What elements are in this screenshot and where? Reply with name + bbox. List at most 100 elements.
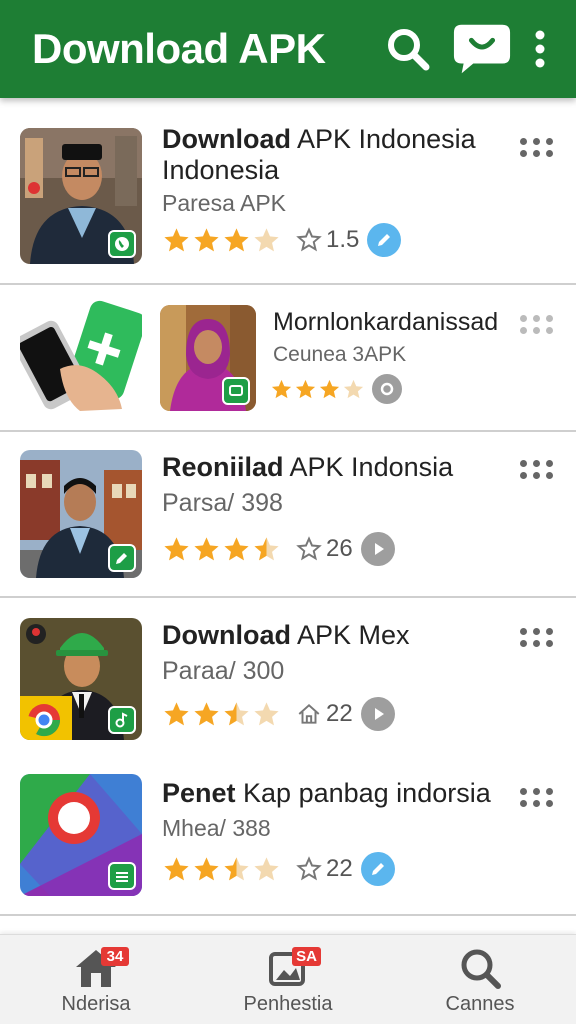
item-menu-button[interactable] — [520, 315, 554, 335]
list-item[interactable]: Download APK Indonesia Indonesia Paresa … — [0, 98, 576, 285]
search-button[interactable] — [378, 19, 438, 79]
app-thumbnail[interactable] — [20, 774, 142, 896]
app-thumbnail[interactable] — [160, 305, 256, 411]
rating-star-icon — [343, 379, 364, 398]
rating-star-icon — [271, 379, 292, 398]
nav-item-search[interactable]: Cannes — [384, 935, 576, 1024]
rating-star-icon — [194, 856, 219, 880]
rating-star-icon — [224, 701, 249, 725]
search-icon — [388, 29, 430, 71]
rating-star-icon — [224, 536, 249, 560]
rating-count: 26 — [326, 535, 353, 562]
notification-badge: SA — [292, 947, 321, 966]
rating-star-icon — [224, 856, 249, 880]
chat-button[interactable] — [452, 19, 512, 79]
app-title: Download APK — [32, 25, 326, 72]
list-item[interactable]: Reoniilad APK Indonsia Parsa/ 398 26 — [0, 432, 576, 598]
rating-count: 1.5 — [326, 226, 360, 253]
rating-stars — [162, 855, 282, 884]
rating: 22 — [162, 852, 395, 886]
rating-stars — [162, 535, 282, 564]
rating-count: 22 — [326, 855, 353, 882]
star-outline-icon — [296, 227, 322, 252]
edit-icon — [371, 863, 384, 875]
item-menu-button[interactable] — [520, 788, 554, 808]
app-title-text[interactable]: Mornlonkardanissad — [273, 307, 498, 338]
app-icon — [380, 382, 394, 396]
app-title-text[interactable]: Download APK Indonesia Indonesia — [162, 124, 476, 186]
app-subtitle: Paresa APK — [162, 190, 287, 216]
item-menu-button[interactable] — [520, 460, 554, 480]
rating-star-icon — [254, 536, 279, 560]
list-item[interactable]: Penet Kap panbag indorsia Mhea/ 388 22 — [0, 758, 576, 916]
edit-button[interactable] — [360, 852, 395, 886]
rating: 1.5 — [162, 223, 402, 257]
edit-badge-icon — [108, 544, 136, 572]
item-menu-button[interactable] — [520, 138, 554, 158]
rating-count: 22 — [326, 700, 353, 727]
app-title-text[interactable]: Penet Kap panbag indorsia — [162, 778, 491, 809]
rating-star-icon — [194, 701, 219, 725]
chrome-logo-icon — [20, 696, 72, 740]
bottom-navigation: 34 Nderisa SA Penhestia Cannes — [0, 934, 576, 1024]
app-button[interactable] — [372, 374, 402, 404]
play-icon — [374, 708, 384, 720]
search-icon — [461, 949, 501, 989]
rating-star-icon — [254, 856, 279, 880]
rating-star-icon — [194, 536, 219, 560]
app-subtitle: Parsa/ 398 — [162, 489, 283, 517]
divider — [0, 914, 576, 916]
rating-star-icon — [194, 227, 219, 251]
item-menu-button[interactable] — [520, 628, 554, 648]
edit-button[interactable] — [367, 223, 402, 257]
play-icon — [374, 543, 384, 555]
rating-stars — [162, 226, 282, 255]
rating-star-icon — [224, 227, 249, 251]
rating-star-icon — [295, 379, 316, 398]
app-thumbnail[interactable] — [20, 618, 142, 740]
app-thumbnail[interactable] — [20, 128, 142, 264]
star-outline-icon — [296, 536, 322, 561]
home-icon — [298, 704, 320, 724]
rating-star-icon — [164, 856, 189, 880]
list-badge-icon — [108, 862, 136, 890]
app-bar: Download APK — [0, 0, 576, 98]
nav-item-photos[interactable]: SA Penhestia — [192, 935, 384, 1024]
app-title-text[interactable]: Reoniilad APK Indonsia — [162, 452, 453, 483]
list-item[interactable]: Download APK Mex Paraa/ 300 22 — [0, 598, 576, 758]
notification-badge: 34 — [101, 947, 129, 966]
app-thumbnail[interactable] — [20, 450, 142, 578]
rating: 22 — [162, 697, 395, 731]
chat-icon — [453, 24, 511, 74]
star-outline-icon — [296, 856, 322, 881]
play-button[interactable] — [360, 532, 395, 566]
app-subtitle: Mhea/ 388 — [162, 815, 271, 841]
rating: 26 — [162, 532, 395, 566]
rating-star-icon — [164, 536, 189, 560]
more-options-button[interactable] — [520, 19, 560, 79]
phone-badge-icon — [108, 230, 136, 258]
edit-icon — [378, 234, 391, 246]
list-item[interactable]: Mornlonkardanissad Ceunea 3APK — [0, 285, 576, 432]
rating-star-icon — [254, 227, 279, 251]
more-vert-icon — [535, 30, 545, 68]
app-title-text[interactable]: Download APK Mex — [162, 620, 410, 651]
nav-label: Penhestia — [243, 993, 333, 1015]
music-badge-icon — [108, 706, 136, 734]
rating-star-icon — [164, 227, 189, 251]
rating-star-icon — [164, 701, 189, 725]
rating-stars — [270, 378, 366, 401]
chat-badge-icon — [222, 377, 250, 405]
app-subtitle: Ceunea 3APK — [273, 343, 407, 366]
rating-stars — [162, 700, 282, 729]
nav-label: Nderisa — [61, 993, 131, 1015]
app-subtitle: Paraa/ 300 — [162, 657, 285, 685]
rating-star-icon — [254, 701, 279, 725]
play-button[interactable] — [360, 697, 395, 731]
rating-star-icon — [319, 379, 340, 398]
phone-promo-image — [12, 299, 146, 419]
app-list[interactable]: Download APK Indonesia Indonesia Paresa … — [0, 98, 576, 934]
rating — [270, 374, 402, 404]
nav-label: Cannes — [445, 993, 515, 1015]
nav-item-home[interactable]: 34 Nderisa — [0, 935, 192, 1024]
